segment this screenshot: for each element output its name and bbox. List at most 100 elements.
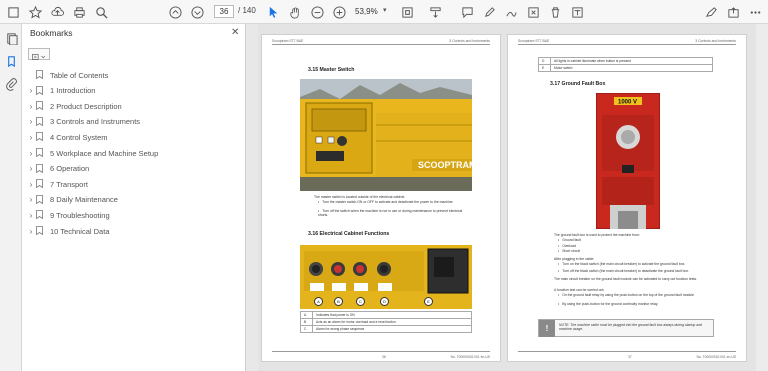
bookmark-options-button[interactable] [28, 48, 50, 60]
bookmark-label: 9 Troubleshooting [50, 210, 110, 220]
bookmark-icon [36, 226, 44, 236]
share-icon[interactable] [726, 5, 740, 19]
bullet-item: By using the push-button for the ground … [558, 302, 723, 306]
chevron-right-icon[interactable]: › [26, 117, 36, 126]
chevron-right-icon[interactable]: › [26, 86, 36, 95]
zoom-dropdown-icon[interactable]: ▾ [383, 6, 387, 14]
chevron-right-icon[interactable]: › [26, 180, 36, 189]
ground-fault-box-photo: 1000 V [596, 93, 660, 229]
master-switch-photo: SCOOPTRAM [300, 79, 472, 191]
chevron-right-icon[interactable]: › [26, 164, 36, 173]
doc-number-right: No. T00000032.001 en-US [696, 355, 736, 359]
footer-divider [272, 351, 490, 352]
thumbnails-icon[interactable] [4, 31, 18, 45]
bookmark-item[interactable]: Table of Contents [22, 68, 246, 82]
delete-icon[interactable] [548, 5, 562, 19]
highlight-pen-icon[interactable] [482, 5, 496, 19]
master-switch-bullet-1: Turn the master switch ON or OFF to acti… [318, 200, 468, 204]
zoom-in-icon[interactable] [332, 5, 346, 19]
after-plugging-label: After plugging in the cable: [554, 257, 595, 261]
document-scrollbar[interactable] [756, 24, 768, 371]
bullet-item: Ground fault [558, 238, 723, 242]
table-desc-cell: Alarm for wrong phase sequence [312, 325, 472, 333]
page-total: / 140 [238, 6, 256, 15]
bookmark-item[interactable]: › 6 Operation [22, 162, 246, 176]
bookmark-item[interactable]: › 4 Control System [22, 130, 246, 144]
bookmark-item[interactable]: › 3 Controls and Instruments [22, 115, 246, 129]
section-title-ground-fault-box: 3.17 Ground Fault Box [550, 81, 606, 87]
chevron-right-icon[interactable]: › [26, 133, 36, 142]
bookmark-icon [36, 148, 44, 158]
bookmark-item[interactable]: › 5 Workplace and Machine Setup [22, 146, 246, 160]
footer-divider [518, 351, 736, 352]
cabinet-functions-table: A Indicates that power is ON B Acts as an a… [300, 311, 472, 333]
table-desc-cell: Indicates that power is ON [312, 311, 472, 319]
function-test-label: A function test can be carried out: [554, 288, 605, 292]
bookmarks-title: Bookmarks [30, 28, 73, 38]
stamp-icon[interactable] [526, 5, 540, 19]
bookmark-item[interactable]: › 1 Introduction [22, 84, 246, 98]
bullet-item: Turn on the black switch (the main circu… [558, 262, 723, 266]
bookmarks-scrollbar[interactable] [246, 24, 258, 371]
attachment-icon[interactable] [4, 77, 18, 91]
bookmark-star-icon[interactable] [28, 5, 42, 19]
fit-page-icon[interactable] [400, 5, 414, 19]
bullet-item: On the ground fault relay by using the p… [558, 293, 723, 297]
bookmark-icon [36, 85, 44, 96]
chevron-right-icon[interactable]: › [26, 102, 36, 111]
home-icon[interactable] [6, 5, 20, 19]
bookmark-item[interactable]: › 7 Transport [22, 177, 246, 191]
bookmark-label: 5 Workplace and Machine Setup [50, 148, 159, 158]
draw-icon[interactable] [504, 5, 518, 19]
sign-icon[interactable] [704, 5, 718, 19]
chevron-right-icon[interactable]: › [26, 195, 36, 204]
page-header-left: Scooptram ST7 B&E [518, 39, 550, 43]
more-options-icon[interactable] [748, 5, 762, 19]
page-header-left: Scooptram ST7 B&E [272, 39, 304, 43]
table-row: B Acts as an alarm for motor overload and… [300, 318, 472, 326]
bullet-item: Overload [558, 244, 723, 248]
table-key-cell: C [300, 325, 313, 333]
text-tool-icon[interactable] [570, 5, 584, 19]
master-switch-bullet-2: Turn off the switch when the machine is … [318, 209, 468, 218]
bookmark-item[interactable]: › 2 Product Description [22, 99, 246, 113]
page-number-input[interactable]: 36 [214, 5, 234, 18]
scroll-mode-icon[interactable] [428, 5, 442, 19]
select-cursor-icon[interactable] [266, 5, 280, 19]
chevron-right-icon[interactable]: › [26, 227, 36, 236]
bookmark-label: 8 Daily Maintenance [50, 195, 118, 205]
zoom-out-icon[interactable] [310, 5, 324, 19]
bookmark-item[interactable]: › 10 Technical Data [22, 224, 246, 238]
bookmark-icon [36, 116, 44, 127]
table-row: A Indicates that power is ON [300, 311, 472, 319]
header-divider [518, 44, 736, 45]
document-viewport: Scooptram ST7 B&E 3 Controls and Instrum… [258, 24, 768, 371]
bookmark-item[interactable]: › 9 Troubleshooting [22, 208, 246, 222]
cloud-upload-icon[interactable] [50, 5, 64, 19]
page-number-left: 36 [382, 355, 386, 359]
note-box: ! NOTE: The machine cable must be plugge… [538, 319, 714, 337]
bookmark-icon [36, 101, 44, 111]
print-icon[interactable] [72, 5, 86, 19]
bookmark-label: 7 Transport [50, 179, 88, 189]
bookmarks-panel: Bookmarks ✕ Table of Contents › 1 Introduc… [22, 24, 246, 371]
zoom-level[interactable]: 53,9% [355, 5, 383, 18]
previous-page-icon[interactable] [168, 5, 182, 19]
bookmark-label: Table of Contents [50, 70, 109, 80]
search-icon[interactable] [94, 5, 108, 19]
close-icon[interactable]: ✕ [231, 27, 239, 38]
comment-icon[interactable] [460, 5, 474, 19]
page-header-right: 3 Controls and Instruments [695, 39, 736, 43]
bookmark-label: 1 Introduction [50, 86, 96, 96]
bookmark-label: 3 Controls and Instruments [50, 117, 141, 127]
table-key-cell: E [538, 64, 551, 72]
next-page-icon[interactable] [190, 5, 204, 19]
bullet-item: Short circuit [558, 249, 723, 253]
bookmark-icon [36, 132, 44, 142]
bookmark-item[interactable]: › 8 Daily Maintenance [22, 193, 246, 207]
hand-tool-icon[interactable] [288, 5, 302, 19]
chevron-right-icon[interactable]: › [26, 149, 36, 158]
chevron-right-icon[interactable]: › [26, 211, 36, 220]
table-key-cell: B [300, 318, 313, 326]
bookmarks-icon[interactable] [4, 54, 18, 68]
